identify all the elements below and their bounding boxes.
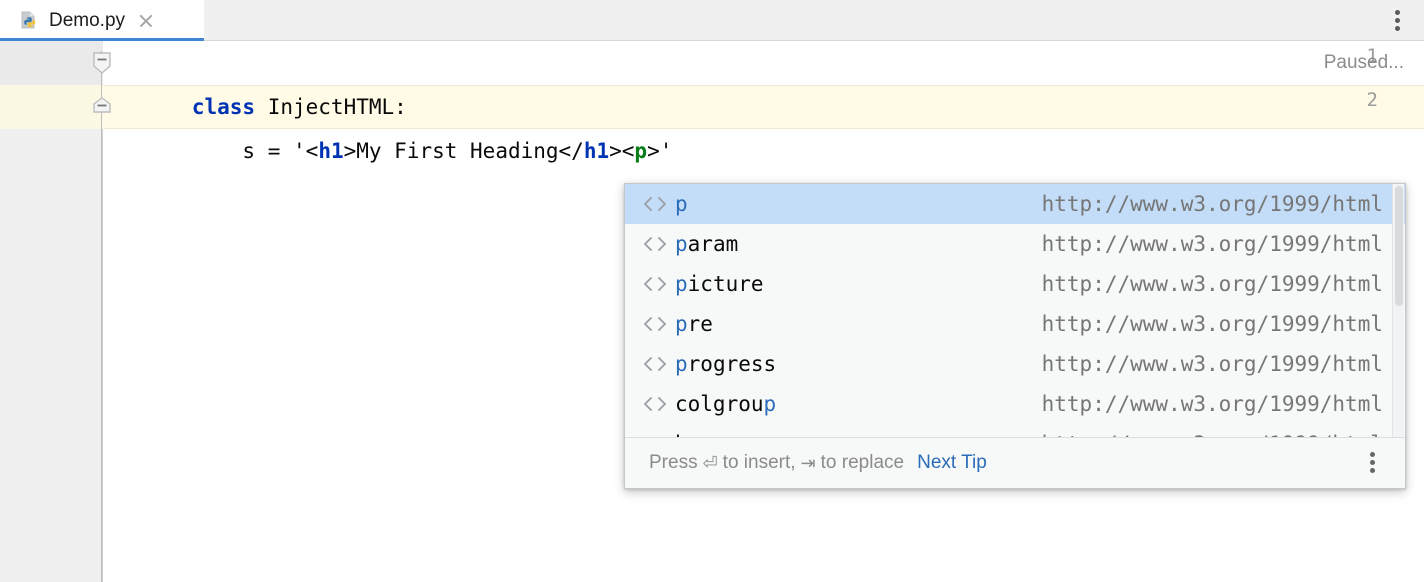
code-token-tag-h1-close: h1 — [583, 139, 610, 163]
code-token-assignment: s = — [191, 139, 294, 163]
more-options-icon[interactable] — [1386, 8, 1410, 32]
code-token-tag-h1-open: h1 — [318, 139, 344, 163]
autocomplete-item-namespace: http://www.w3.org/1999/html — [1041, 312, 1383, 336]
autocomplete-popup[interactable]: p http://www.w3.org/1999/html param http://… — [624, 183, 1406, 489]
html-tag-icon — [635, 315, 675, 333]
hint-press-label: Press — [649, 452, 698, 473]
autocomplete-item[interactable]: picture http://www.w3.org/1999/html — [625, 264, 1405, 304]
tab-key-icon: ⇥ — [800, 453, 816, 473]
more-options-icon[interactable] — [1363, 451, 1383, 475]
autocomplete-item-namespace: http://www.w3.org/1999/html — [1041, 352, 1383, 376]
editor-tab-bar: Demo.py — [0, 0, 1424, 41]
autocomplete-item[interactable]: colgroup http://www.w3.org/1999/html — [625, 384, 1405, 424]
autocomplete-item[interactable]: pre http://www.w3.org/1999/html — [625, 304, 1405, 344]
autocomplete-item-namespace: http://www.w3.org/1999/html — [1041, 192, 1383, 216]
autocomplete-item[interactable]: p http://www.w3.org/1999/html — [625, 184, 1405, 224]
autocomplete-list[interactable]: p http://www.w3.org/1999/html param http://… — [625, 184, 1405, 438]
python-file-icon — [20, 11, 40, 31]
html-tag-icon — [635, 355, 675, 373]
autocomplete-item[interactable]: progress http://www.w3.org/1999/html — [625, 344, 1405, 384]
code-line-1: class InjectHTML: — [116, 41, 407, 119]
code-editor[interactable]: 1 2 class InjectHTML: s = '<h1>My First … — [0, 41, 1424, 582]
gutter-line-1-background — [0, 41, 103, 85]
tab-title: Demo.py — [49, 9, 126, 31]
autocomplete-hint: Press ⏎ to insert, ⇥ to replace — [649, 452, 904, 474]
code-fold-guide — [101, 51, 102, 582]
code-token-string-end: >' — [647, 139, 673, 163]
tab-demo-py[interactable]: Demo.py — [0, 0, 204, 41]
next-tip-link[interactable]: Next Tip — [917, 452, 987, 474]
hint-replace-label: to replace — [820, 452, 905, 473]
autocomplete-item-namespace: http://www.w3.org/1999/html — [1041, 392, 1383, 416]
editor-status-label: Paused... — [1323, 52, 1404, 73]
html-tag-icon — [635, 195, 675, 213]
code-token-string-open: '< — [293, 139, 319, 163]
autocomplete-footer: Press ⏎ to insert, ⇥ to replace Next Tip — [625, 437, 1405, 488]
autocomplete-item-label: pre — [675, 312, 713, 336]
code-token-tag-p: p — [634, 139, 648, 163]
close-icon[interactable] — [137, 12, 155, 30]
html-tag-icon — [635, 395, 675, 413]
autocomplete-item-label: colgroup — [675, 392, 777, 416]
html-tag-icon — [635, 275, 675, 293]
autocomplete-item-label: picture — [675, 272, 764, 296]
autocomplete-item-namespace: http://www.w3.org/1999/html — [1041, 232, 1383, 256]
enter-key-icon: ⏎ — [702, 453, 718, 473]
autocomplete-scrollbar-thumb[interactable] — [1395, 186, 1403, 306]
autocomplete-scrollbar[interactable] — [1392, 184, 1404, 438]
autocomplete-item[interactable]: param http://www.w3.org/1999/html — [625, 224, 1405, 264]
autocomplete-item-label: param — [675, 232, 739, 256]
code-token-string-body: >My First Heading</ — [343, 139, 584, 163]
gutter-line-2-background — [0, 85, 103, 129]
code-line-2: s = '<h1>My First Heading</h1><p>' — [116, 85, 672, 163]
autocomplete-item[interactable]: hgrouphttp://www.w3.org/1999/html — [625, 424, 1405, 438]
autocomplete-item-label: progress — [675, 352, 777, 376]
hint-insert-label: to insert, — [722, 452, 796, 473]
autocomplete-item-namespace: http://www.w3.org/1999/html — [1041, 272, 1383, 296]
code-token-string-mid: >< — [609, 139, 635, 163]
html-tag-icon — [635, 235, 675, 253]
autocomplete-item-label: p — [675, 192, 688, 216]
